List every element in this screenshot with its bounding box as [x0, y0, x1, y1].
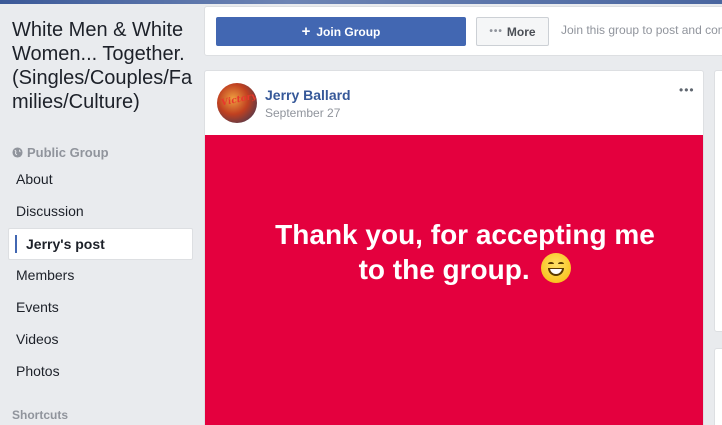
privacy-label: Public Group: [12, 145, 109, 160]
post-date[interactable]: September 27: [265, 106, 340, 120]
avatar-text: Victory: [220, 91, 257, 109]
grinning-face-icon: [541, 253, 572, 283]
privacy-text: Public Group: [27, 145, 109, 160]
post-text-line-2-text: to the group.: [358, 254, 530, 285]
sidebar-item-discussion[interactable]: Discussion: [8, 196, 193, 228]
shortcuts-heading: Shortcuts: [12, 408, 69, 422]
globe-icon: [12, 147, 23, 158]
group-title[interactable]: White Men & White Women... Together. (Si…: [12, 18, 198, 114]
right-column-card: [714, 70, 722, 332]
ellipsis-icon[interactable]: •••: [679, 83, 695, 97]
group-nav: About Discussion Jerry's post Members Ev…: [8, 164, 193, 388]
post-text-line-1: Thank you, for accepting me: [275, 219, 655, 250]
sidebar-item-events[interactable]: Events: [8, 292, 193, 324]
sidebar-item-jerrys-post[interactable]: Jerry's post: [8, 228, 193, 260]
post-card: Victory Jerry Ballard September 27 ••• T…: [204, 70, 704, 425]
plus-icon: +: [301, 23, 311, 40]
sidebar-item-videos[interactable]: Videos: [8, 324, 193, 356]
post-author[interactable]: Jerry Ballard: [265, 87, 351, 103]
avatar[interactable]: Victory: [217, 83, 257, 123]
sidebar-item-about[interactable]: About: [8, 164, 193, 196]
more-label: More: [506, 24, 536, 39]
dots-icon: •••: [489, 26, 503, 37]
post-text-line-2: to the group.: [205, 252, 703, 287]
join-group-button[interactable]: + Join Group: [216, 17, 466, 46]
left-sidebar: White Men & White Women... Together. (Si…: [0, 0, 198, 425]
sidebar-item-photos[interactable]: Photos: [8, 356, 193, 388]
group-action-bar: + Join Group ••• More Join this group to…: [204, 6, 722, 56]
post-text: Thank you, for accepting me to the group…: [205, 217, 703, 287]
join-group-label: Join Group: [316, 24, 381, 39]
join-hint-text: Join this group to post and comment.: [561, 23, 722, 37]
right-column-card-2: [714, 348, 722, 425]
more-button[interactable]: ••• More: [476, 17, 549, 46]
sidebar-item-members[interactable]: Members: [8, 260, 193, 292]
